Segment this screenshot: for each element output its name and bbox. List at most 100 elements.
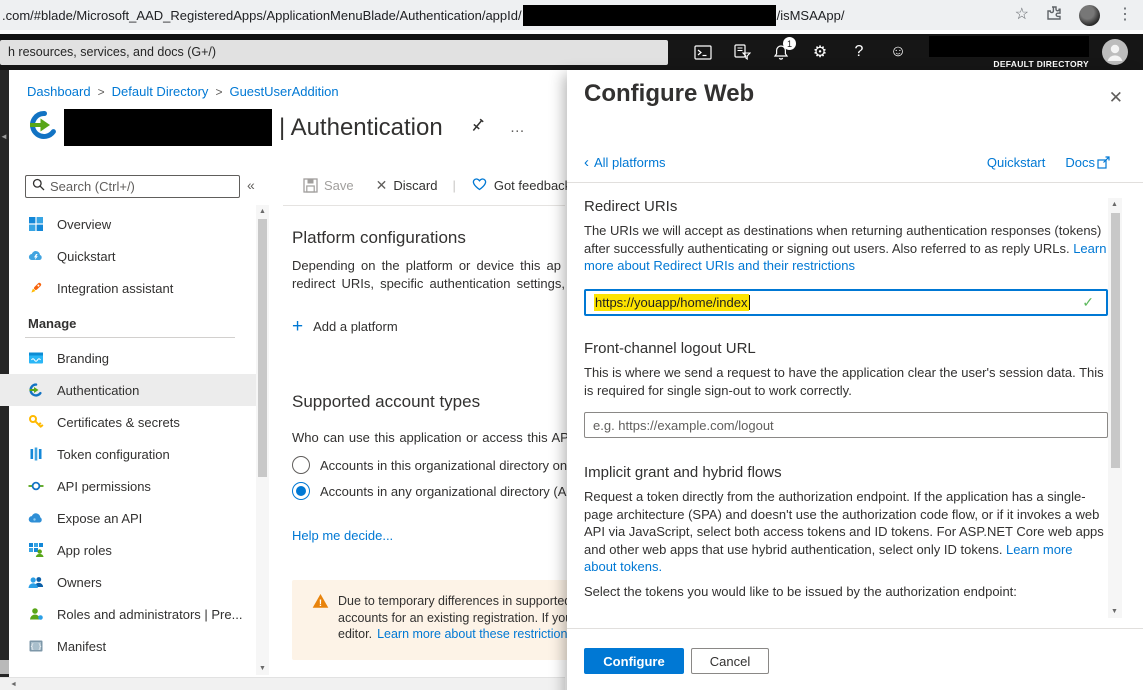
pin-icon[interactable]: [469, 117, 486, 139]
implicit-grant-heading: Implicit grant and hybrid flows: [584, 464, 782, 481]
command-bar: Save ✕ Discard | Got feedback: [303, 176, 571, 194]
sidebar-item-overview[interactable]: Overview: [0, 208, 256, 240]
breadcrumb-dashboard[interactable]: Dashboard: [27, 84, 91, 99]
sidebar-item-label: Certificates & secrets: [57, 415, 180, 430]
scroll-down-icon[interactable]: ▼: [256, 662, 269, 675]
logout-url-input[interactable]: [584, 412, 1108, 438]
panel-divider: [567, 182, 1143, 183]
breadcrumb-default-directory[interactable]: Default Directory: [112, 84, 209, 99]
save-button[interactable]: Save: [303, 178, 354, 193]
sidebar-item-quickstart[interactable]: Quickstart: [0, 240, 256, 272]
front-channel-logout-heading: Front-channel logout URL: [584, 340, 756, 357]
breadcrumb-guestuseraddition[interactable]: GuestUserAddition: [229, 84, 338, 99]
sidebar-item-token-configuration[interactable]: Token configuration: [0, 438, 256, 470]
panel-scrollbar[interactable]: ▲ ▼: [1108, 198, 1122, 618]
select-tokens-text: Select the tokens you would like to be i…: [584, 583, 1108, 601]
close-icon[interactable]: ✕: [1109, 88, 1123, 108]
scrollbar-thumb[interactable]: [258, 219, 267, 477]
account-info[interactable]: DEFAULT DIRECTORY: [929, 36, 1089, 69]
sidebar-item-roles-administrators[interactable]: Roles and administrators | Pre...: [0, 598, 256, 630]
back-label: All platforms: [594, 155, 666, 170]
redirect-uri-value: https://youapp/home/index: [594, 294, 749, 311]
quickstart-link[interactable]: Quickstart: [987, 155, 1046, 170]
azure-top-bar: 1 ⚙ ? ☺ DEFAULT DIRECTORY: [0, 34, 1143, 70]
scroll-up-icon[interactable]: ▲: [1108, 198, 1121, 211]
help-icon[interactable]: ?: [850, 43, 868, 61]
warning-line1: Due to temporary differences in supporte…: [338, 593, 577, 610]
radio-label: Accounts in any organizational directory…: [320, 484, 566, 499]
help-me-decide-link[interactable]: Help me decide...: [292, 528, 393, 543]
directory-label: DEFAULT DIRECTORY: [993, 59, 1089, 69]
sidebar-item-branding[interactable]: Branding: [0, 342, 256, 374]
notifications-bell-icon[interactable]: 1: [772, 43, 790, 61]
menu-scroll-piece[interactable]: [0, 660, 9, 674]
panel-subbar: ‹ All platforms Quickstart Docs: [584, 155, 1110, 170]
restrictions-link[interactable]: Learn more about these restrictions.: [377, 627, 577, 641]
account-avatar[interactable]: [1102, 39, 1128, 65]
sidebar-item-api-permissions[interactable]: API permissions: [0, 470, 256, 502]
scroll-left-icon[interactable]: ◄: [10, 681, 17, 688]
authentication-icon: [28, 382, 44, 398]
blade-search-input[interactable]: [50, 179, 215, 194]
api-permissions-icon: [28, 478, 44, 494]
panel-footer-divider: [567, 628, 1143, 629]
url-text-suffix[interactable]: /isMSAApp/: [777, 8, 845, 23]
cancel-button[interactable]: Cancel: [691, 648, 769, 674]
token-sliders-icon: [28, 446, 44, 462]
platform-body-line2: redirect URIs, specific authentication s…: [292, 276, 578, 291]
discard-button[interactable]: ✕ Discard: [376, 177, 438, 194]
sidebar-item-owners[interactable]: Owners: [0, 566, 256, 598]
redacted-app-name: [64, 109, 272, 146]
radio-unchecked-icon[interactable]: [292, 456, 310, 474]
all-platforms-back-link[interactable]: ‹ All platforms: [584, 155, 666, 170]
radio-single-tenant[interactable]: Accounts in this organizational director…: [292, 456, 567, 474]
horizontal-scrollbar[interactable]: ◄: [0, 677, 565, 690]
sidebar-item-integration-assistant[interactable]: Integration assistant: [0, 272, 256, 304]
sidebar-item-manifest[interactable]: { } Manifest: [0, 630, 256, 662]
configure-button[interactable]: Configure: [584, 648, 684, 674]
bookmark-star-icon[interactable]: ☆: [1015, 7, 1029, 23]
radio-checked-icon[interactable]: [292, 482, 310, 500]
supported-account-types-heading: Supported account types: [292, 392, 480, 412]
global-search-input[interactable]: [0, 40, 668, 65]
sidebar-item-authentication[interactable]: Authentication: [0, 374, 256, 406]
browser-profile-avatar[interactable]: [1079, 5, 1100, 26]
feedback-smiley-icon[interactable]: ☺: [889, 43, 907, 61]
redirect-uri-input[interactable]: https://youapp/home/index ✓: [584, 289, 1108, 316]
platform-body-line1: Depending on the platform or device this…: [292, 258, 561, 273]
more-options-icon[interactable]: …: [510, 119, 526, 136]
warning-line3: editor.Learn more about these restrictio…: [338, 626, 577, 643]
sidebar-item-label: Integration assistant: [57, 281, 173, 296]
sidebar-scrollbar[interactable]: ▲ ▼: [256, 205, 269, 675]
directory-filter-icon[interactable]: [733, 43, 751, 61]
docs-label: Docs: [1065, 155, 1095, 170]
sidebar-item-certificates-secrets[interactable]: Certificates & secrets: [0, 406, 256, 438]
toolbar-separator: |: [452, 178, 455, 193]
redacted-account-name: [929, 36, 1089, 57]
azure-portal-screen: .com/#blade/Microsoft_AAD_RegisteredApps…: [0, 0, 1143, 690]
add-platform-button[interactable]: + Add a platform: [292, 317, 398, 336]
redacted-app-id: [523, 5, 776, 26]
sidebar-manage-section: Branding Authentication Certificates & s…: [0, 342, 256, 662]
sidebar-item-app-roles[interactable]: App roles: [0, 534, 256, 566]
settings-gear-icon[interactable]: ⚙: [811, 43, 829, 61]
feedback-button[interactable]: Got feedback: [471, 176, 571, 194]
scrollbar-thumb[interactable]: [1111, 213, 1120, 468]
sidebar-item-label: API permissions: [57, 479, 151, 494]
blade-search-box: [25, 175, 240, 198]
radio-multitenant[interactable]: Accounts in any organizational directory…: [292, 482, 566, 500]
browser-menu-kebab-icon[interactable]: ⋮: [1117, 7, 1133, 23]
scroll-down-icon[interactable]: ▼: [1108, 605, 1121, 618]
menu-resize-arrow-icon[interactable]: ◄: [0, 132, 8, 141]
cloud-shell-icon[interactable]: [694, 43, 712, 61]
url-text-prefix[interactable]: .com/#blade/Microsoft_AAD_RegisteredApps…: [2, 8, 522, 23]
scroll-up-icon[interactable]: ▲: [256, 205, 269, 218]
search-icon: [32, 178, 45, 196]
collapse-menu-button[interactable]: «: [247, 177, 255, 193]
accounts-question: Who can use this application or access t…: [292, 430, 580, 445]
manifest-icon: { }: [28, 638, 44, 654]
docs-link[interactable]: Docs: [1065, 155, 1110, 170]
extensions-puzzle-icon[interactable]: [1046, 5, 1062, 26]
sidebar-item-label: Roles and administrators | Pre...: [57, 607, 242, 622]
sidebar-item-expose-an-api[interactable]: Expose an API: [0, 502, 256, 534]
